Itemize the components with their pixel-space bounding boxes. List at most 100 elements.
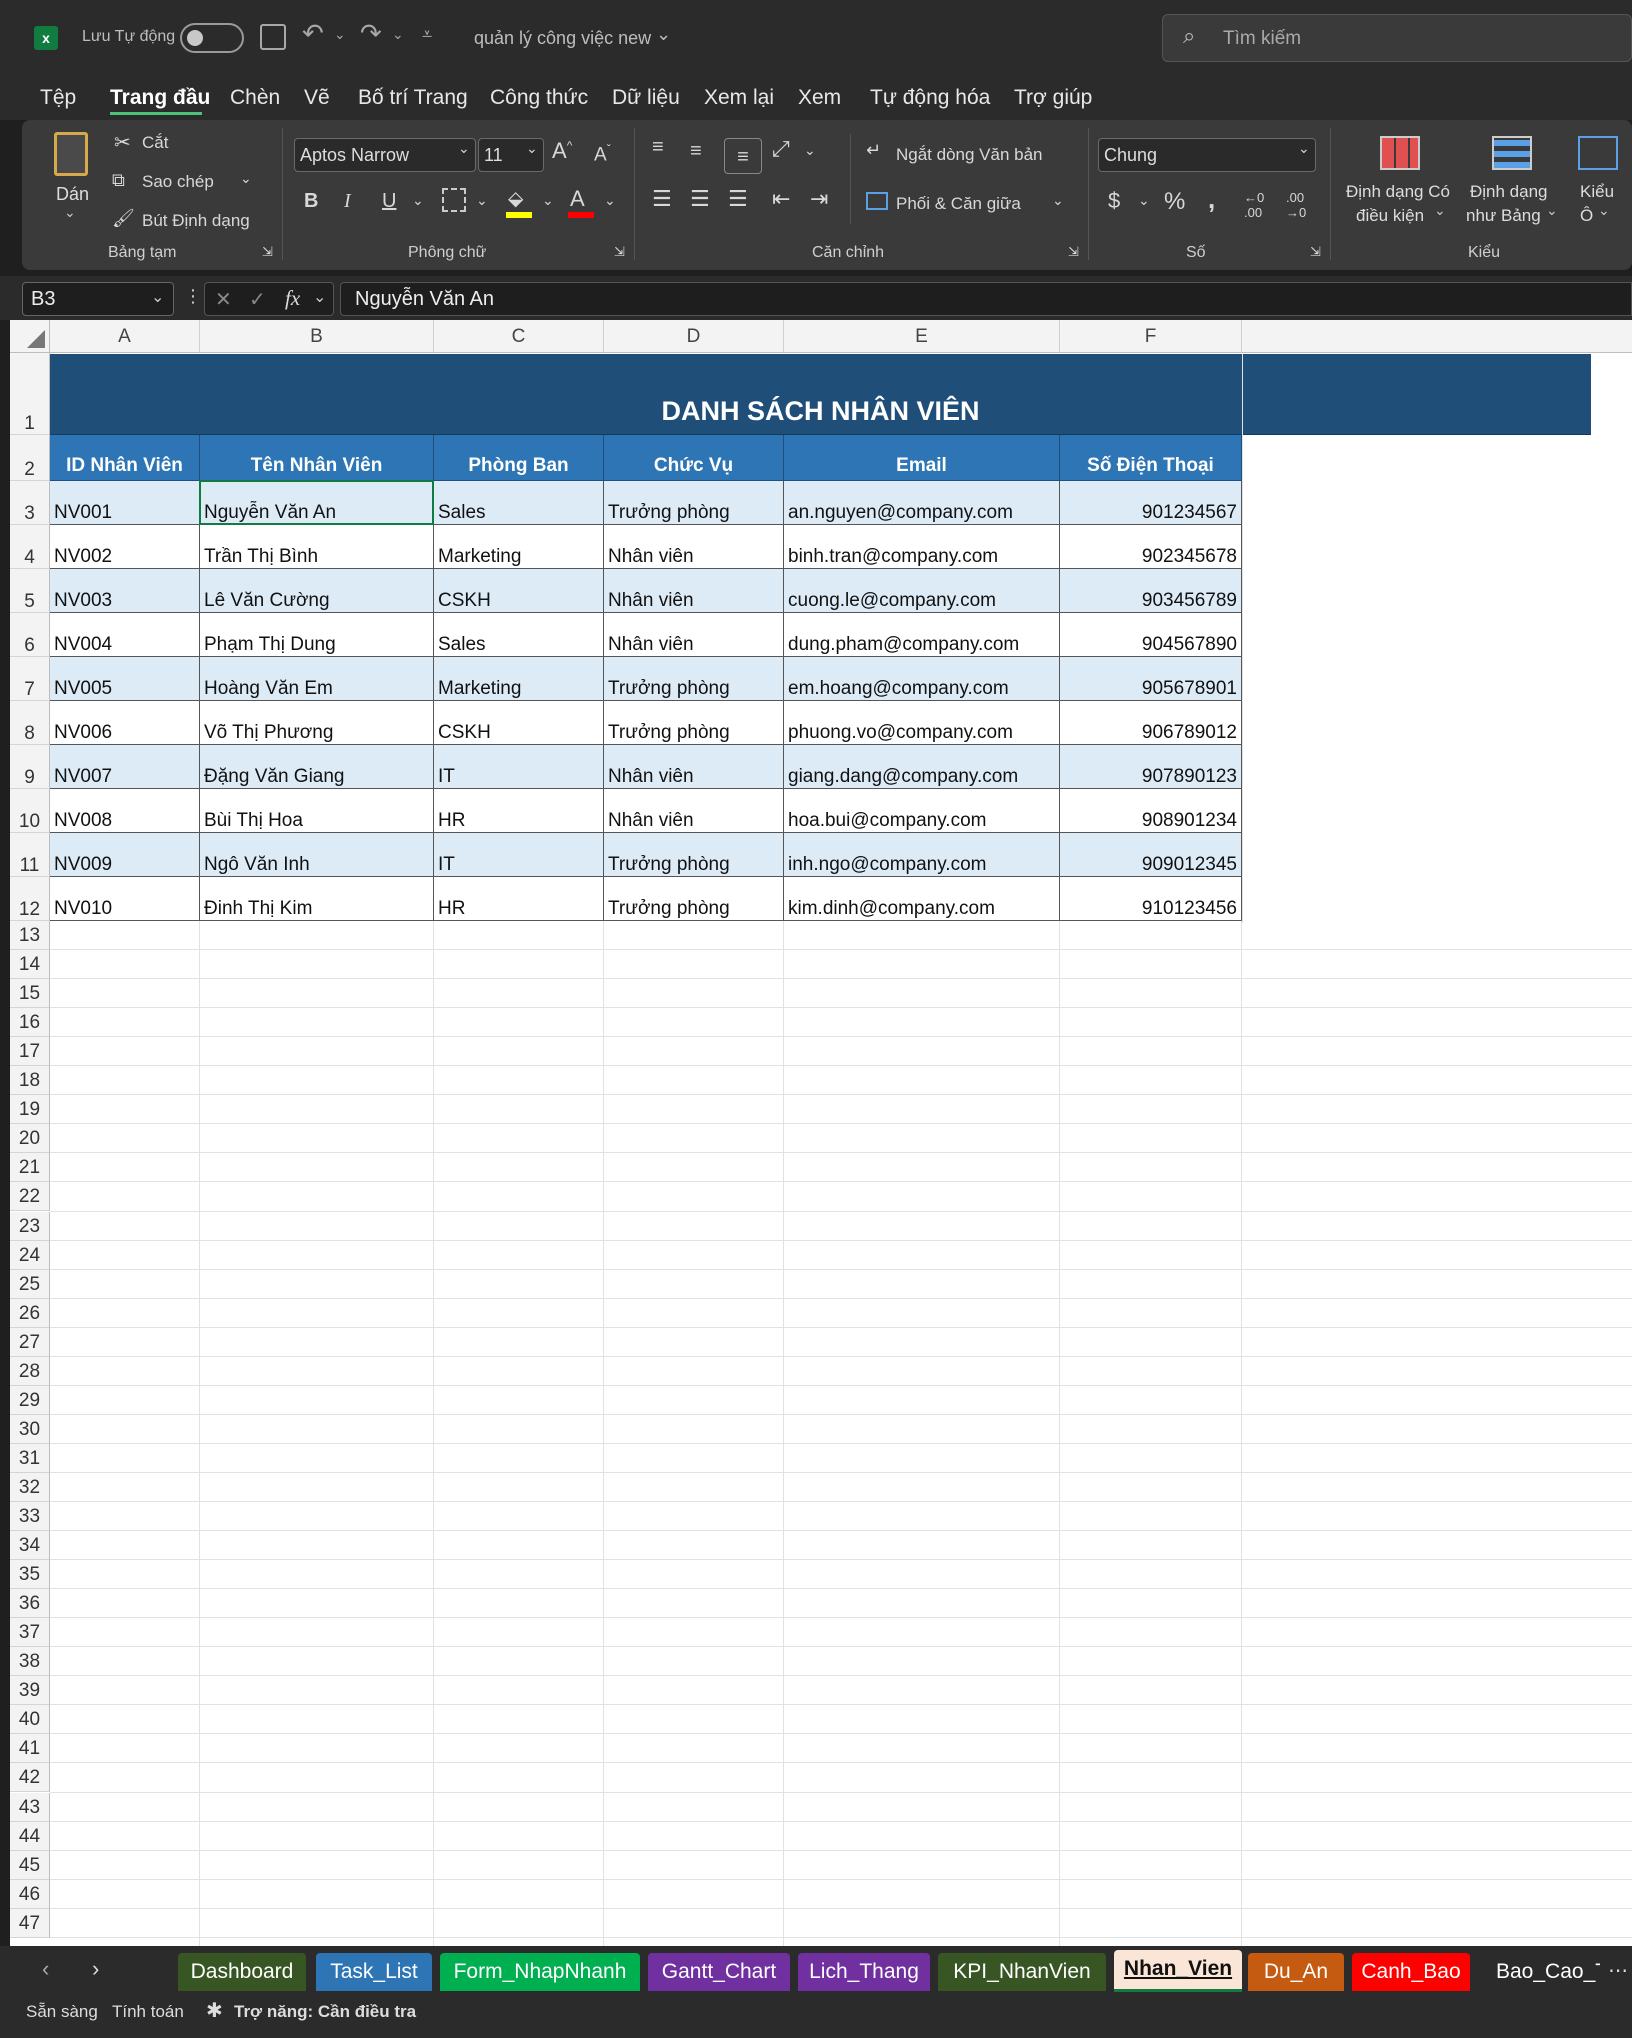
enter-icon[interactable]: ✓ (249, 287, 266, 312)
tab-cong-thuc[interactable]: Công thức (490, 86, 588, 110)
cell-b10[interactable]: Bùi Thị Hoa (200, 789, 434, 833)
copy-button[interactable]: Sao chép (142, 172, 214, 192)
increase-font-size-icon[interactable]: A^ (552, 138, 572, 164)
tab-tro-giup[interactable]: Trợ giúp (1014, 86, 1092, 110)
row-header-28[interactable]: 28 (10, 1356, 50, 1386)
row-header-14[interactable]: 14 (10, 950, 50, 980)
row-header-18[interactable]: 18 (10, 1066, 50, 1096)
row-header-30[interactable]: 30 (10, 1414, 50, 1444)
row-header-44[interactable]: 44 (10, 1821, 50, 1851)
cell-f9[interactable]: 907890123 (1060, 745, 1242, 789)
number-launcher-icon[interactable]: ⇲ (1310, 244, 1321, 260)
cell-d6[interactable]: Nhân viên (604, 613, 784, 657)
align-left-icon[interactable]: ☰ (652, 186, 672, 212)
column-header-d[interactable]: D (604, 320, 784, 353)
row-header-12[interactable]: 12 (10, 877, 50, 921)
underline-icon[interactable]: U (382, 190, 396, 213)
row-header-3[interactable]: 3 (10, 481, 50, 525)
title-chevron-down-icon[interactable]: ⌄ (656, 24, 671, 45)
autosave-toggle[interactable] (180, 23, 244, 53)
sheet-tab-bao-cao-t[interactable]: Bao_Cao_T (1476, 1953, 1600, 1991)
cell-f4[interactable]: 902345678 (1060, 525, 1242, 569)
sheet-tab-lich-thang[interactable]: Lich_Thang (798, 1953, 930, 1991)
cell-d5[interactable]: Nhân viên (604, 569, 784, 613)
title-banner[interactable]: DANH SÁCH NHÂN VIÊN (50, 354, 1591, 435)
cell-f3[interactable]: 901234567 (1060, 481, 1242, 525)
cell-c6[interactable]: Sales (434, 613, 604, 657)
cell-a11[interactable]: NV009 (50, 833, 200, 877)
row-header-22[interactable]: 22 (10, 1182, 50, 1212)
paste-button[interactable]: Dán ⌄ (48, 130, 96, 222)
status-calculate[interactable]: Tính toán (112, 2002, 184, 2022)
formula-input[interactable]: Nguyễn Văn An (340, 282, 1632, 316)
cut-button[interactable]: Cắt (142, 133, 168, 153)
cell-f7[interactable]: 905678901 (1060, 657, 1242, 701)
cancel-icon[interactable]: ✕ (215, 287, 232, 312)
sheet-tab-du-an[interactable]: Du_An (1248, 1953, 1344, 1991)
tab-trang-dau[interactable]: Trang đầu (110, 86, 210, 110)
sheet-tab-form-nhapnhanh[interactable]: Form_NhapNhanh (440, 1953, 640, 1991)
cell-e8[interactable]: phuong.vo@company.com (784, 701, 1060, 745)
cell-f11[interactable]: 909012345 (1060, 833, 1242, 877)
cell-e12[interactable]: kim.dinh@company.com (784, 877, 1060, 921)
row-header-19[interactable]: 19 (10, 1095, 50, 1125)
row-header-33[interactable]: 33 (10, 1502, 50, 1532)
row-header-27[interactable]: 27 (10, 1327, 50, 1357)
clipboard-launcher-icon[interactable]: ⇲ (262, 244, 273, 260)
cell-a12[interactable]: NV010 (50, 877, 200, 921)
column-header-e[interactable]: E (784, 320, 1060, 353)
document-title[interactable]: quản lý công việc new (474, 28, 651, 49)
row-header-38[interactable]: 38 (10, 1647, 50, 1677)
cell-b9[interactable]: Đặng Văn Giang (200, 745, 434, 789)
row-header-17[interactable]: 17 (10, 1037, 50, 1067)
tab-du-lieu[interactable]: Dữ liệu (612, 86, 680, 110)
row-header-20[interactable]: 20 (10, 1124, 50, 1154)
row-header-41[interactable]: 41 (10, 1734, 50, 1764)
italic-icon[interactable]: I (344, 190, 351, 213)
row-header-36[interactable]: 36 (10, 1589, 50, 1619)
decrease-indent-icon[interactable]: ⇤ (772, 186, 790, 212)
cell-e11[interactable]: inh.ngo@company.com (784, 833, 1060, 877)
sheet-tab-canh-bao[interactable]: Canh_Bao (1352, 1953, 1470, 1991)
cell-c11[interactable]: IT (434, 833, 604, 877)
cell-d11[interactable]: Trưởng phòng (604, 833, 784, 877)
row-header-42[interactable]: 42 (10, 1763, 50, 1793)
cell-c12[interactable]: HR (434, 877, 604, 921)
cell-c3[interactable]: Sales (434, 481, 604, 525)
row-header-35[interactable]: 35 (10, 1560, 50, 1590)
row-header-43[interactable]: 43 (10, 1792, 50, 1822)
cell-e7[interactable]: em.hoang@company.com (784, 657, 1060, 701)
cell-f8[interactable]: 906789012 (1060, 701, 1242, 745)
row-header-25[interactable]: 25 (10, 1269, 50, 1299)
cell-e6[interactable]: dung.pham@company.com (784, 613, 1060, 657)
wrap-text-button[interactable]: Ngắt dòng Văn bản (896, 145, 1043, 165)
cell-e5[interactable]: cuong.le@company.com (784, 569, 1060, 613)
format-painter-button[interactable]: Bút Định dạng (142, 211, 250, 231)
column-header-f[interactable]: F (1060, 320, 1242, 353)
cell-b12[interactable]: Đinh Thị Kim (200, 877, 434, 921)
row-header-29[interactable]: 29 (10, 1385, 50, 1415)
worksheet-grid[interactable]: DANH SÁCH NHÂN VIÊN A B C D E F 1 2 3 4 5 6 7 8 9 10 11 1… (10, 320, 1632, 1946)
cell-a4[interactable]: NV002 (50, 525, 200, 569)
row-header-11[interactable]: 11 (10, 833, 50, 877)
cell-b7[interactable]: Hoàng Văn Em (200, 657, 434, 701)
font-name-select[interactable]: Aptos Narrow (294, 138, 476, 172)
cell-d9[interactable]: Nhân viên (604, 745, 784, 789)
tab-xem[interactable]: Xem (798, 86, 841, 110)
row-header-4[interactable]: 4 (10, 525, 50, 569)
font-color-icon[interactable]: A (570, 186, 585, 212)
cell-e4[interactable]: binh.tran@company.com (784, 525, 1060, 569)
save-icon[interactable] (260, 24, 286, 50)
cell-d7[interactable]: Trưởng phòng (604, 657, 784, 701)
column-header-b[interactable]: B (200, 320, 434, 353)
row-header-21[interactable]: 21 (10, 1153, 50, 1183)
table-header-5[interactable]: Email (784, 435, 1060, 481)
scroll-tabs-left-icon[interactable]: ‹ (42, 1956, 49, 1982)
sheet-tab-kpi-nhanvien[interactable]: KPI_NhanVien (938, 1953, 1106, 1991)
cell-b8[interactable]: Võ Thị Phương (200, 701, 434, 745)
column-header-a[interactable]: A (50, 320, 200, 353)
row-header-45[interactable]: 45 (10, 1850, 50, 1880)
decrease-font-size-icon[interactable]: Aˇ (594, 142, 611, 166)
row-header-32[interactable]: 32 (10, 1472, 50, 1502)
alignment-launcher-icon[interactable]: ⇲ (1068, 244, 1079, 260)
